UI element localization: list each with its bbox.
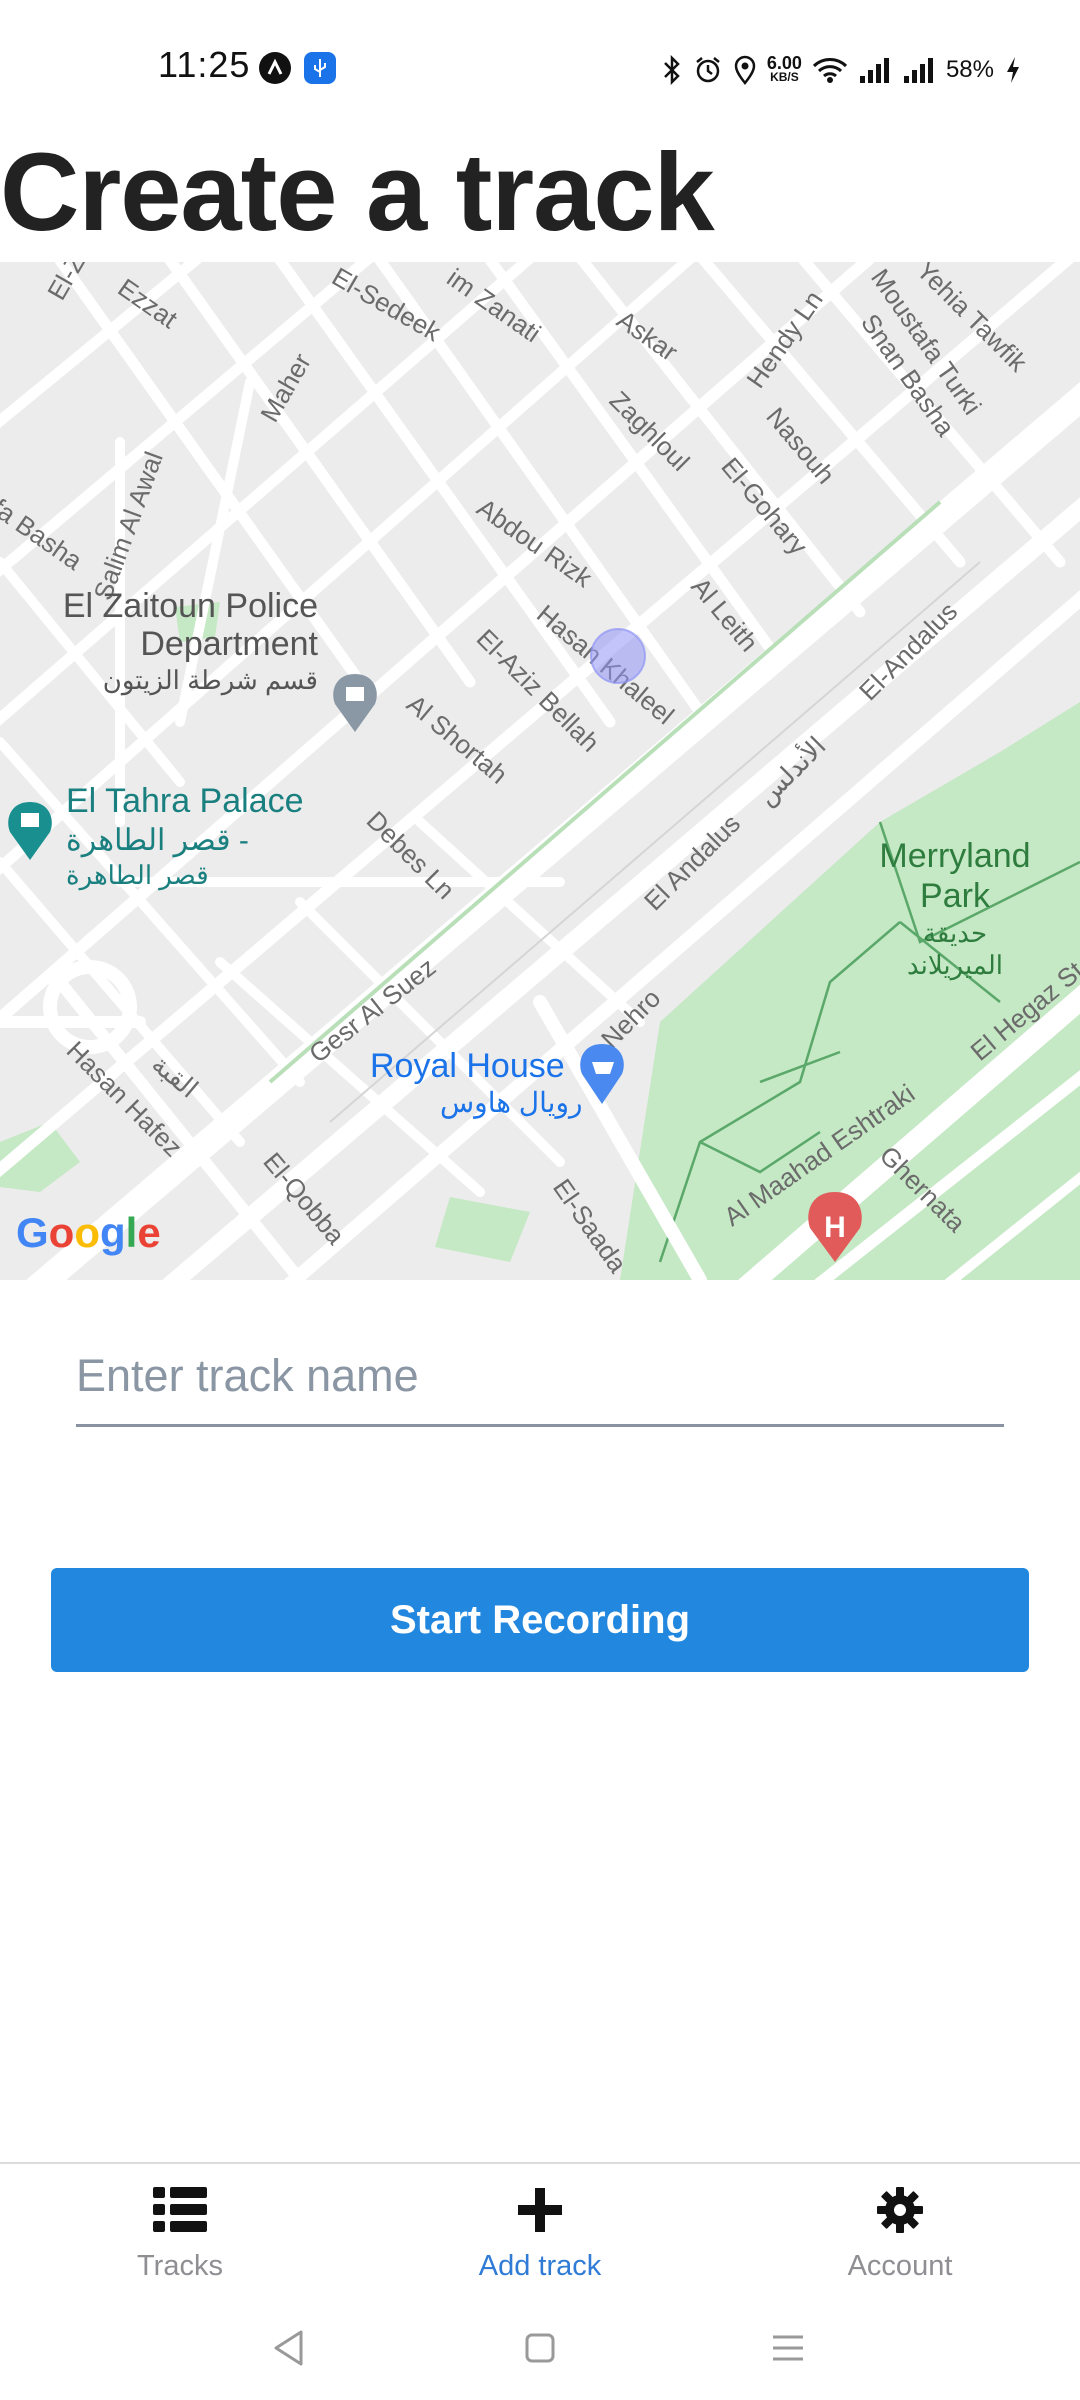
status-indicators: 6.00 KB/S 58% — [661, 50, 1022, 90]
track-name-field-wrapper — [76, 1332, 1004, 1427]
charging-icon — [1007, 57, 1019, 83]
alarm-icon — [696, 57, 720, 83]
tab-tracks[interactable]: Tracks — [30, 2164, 330, 2302]
recents-menu-icon[interactable] — [758, 2318, 818, 2378]
bluetooth-icon — [664, 55, 680, 85]
list-icon — [153, 2182, 207, 2238]
tab-label: Add track — [478, 2250, 602, 2282]
signal-icon-1 — [859, 58, 889, 83]
current-location-dot — [590, 628, 646, 684]
map-view[interactable]: El-Za Ezzat El-Sedeek im Zanati Askar He… — [0, 262, 1080, 1280]
place-name: El Zaitoun Police — [63, 587, 318, 625]
back-icon[interactable] — [258, 2318, 318, 2378]
place-name: El Tahra Palace — [66, 782, 304, 820]
place-name: Merryland — [879, 837, 1030, 875]
place-arabic: حديقة — [923, 918, 987, 948]
tab-add-track[interactable]: Add track — [390, 2164, 690, 2302]
status-time: 11:25 — [158, 44, 251, 85]
gear-icon — [876, 2182, 924, 2238]
home-icon[interactable] — [510, 2318, 570, 2378]
app-notification-icon — [259, 52, 291, 84]
place-arabic: الميريلاند — [907, 950, 1003, 981]
start-recording-button[interactable]: Start Recording — [51, 1568, 1029, 1672]
system-nav-bar — [0, 2300, 1080, 2400]
place-name: Park — [920, 877, 991, 915]
location-icon — [734, 55, 756, 85]
place-arabic: قصر الطاهرة — [66, 860, 209, 891]
tab-label: Account — [847, 2250, 953, 2282]
place-arabic: رويال هاوس — [440, 1087, 583, 1119]
tab-account[interactable]: Account — [750, 2164, 1050, 2302]
page-title: Create a track — [0, 131, 715, 254]
usb-debug-icon — [304, 52, 336, 84]
place-name: Department — [140, 625, 318, 663]
svg-text:H: H — [824, 1211, 846, 1244]
google-logo: Google — [16, 1209, 161, 1256]
bottom-tab-bar: Tracks Add track Account — [0, 2162, 1080, 2302]
status-bar: 11:25 6.00 KB/S 58% — [0, 0, 1080, 135]
net-speed: 6.00 KB/S — [766, 53, 802, 84]
tab-label: Tracks — [137, 2250, 223, 2282]
signal-icon-2 — [903, 58, 933, 83]
place-arabic: قسم شرطة الزيتون — [103, 665, 318, 696]
place-name: قصر الطاهرة - — [66, 824, 249, 858]
battery-level: 58% — [945, 56, 994, 83]
wifi-icon — [812, 58, 847, 83]
plus-icon — [518, 2182, 562, 2238]
map-canvas[interactable]: El-Za Ezzat El-Sedeek im Zanati Askar He… — [0, 262, 1080, 1280]
place-name: Royal House — [370, 1047, 565, 1085]
track-name-input[interactable] — [76, 1332, 1004, 1420]
